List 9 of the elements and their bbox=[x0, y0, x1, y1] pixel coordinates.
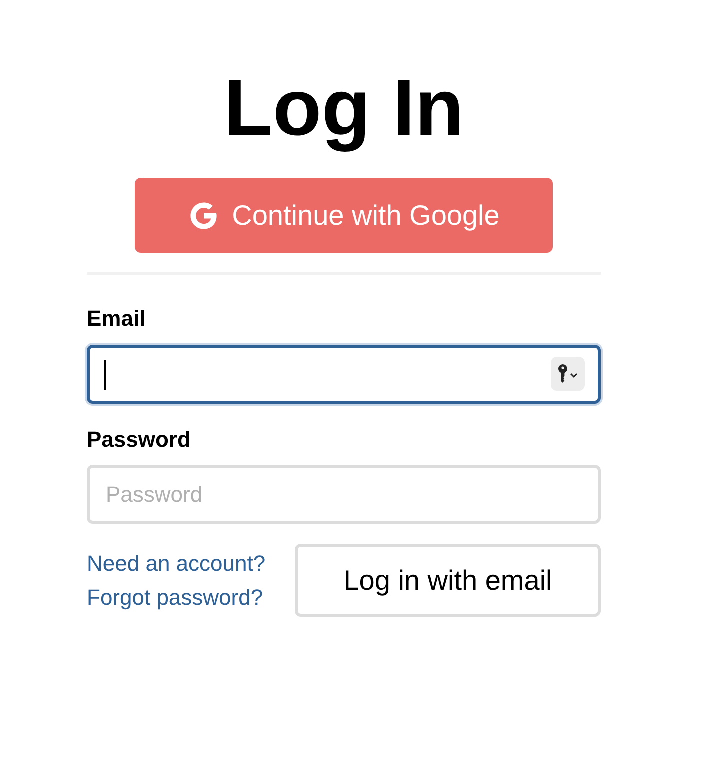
link[interactable]: Need an account? bbox=[87, 550, 266, 578]
field-label: Password bbox=[87, 426, 192, 453]
password-field[interactable]: Password bbox=[87, 465, 601, 524]
text-cursor bbox=[104, 360, 106, 390]
email-login-button[interactable]: Log in with email bbox=[295, 544, 601, 617]
password-key-icon[interactable] bbox=[551, 356, 585, 390]
field-label: Email bbox=[87, 305, 147, 332]
link[interactable]: Forgot password? bbox=[87, 584, 266, 611]
email-field[interactable] bbox=[87, 344, 601, 404]
